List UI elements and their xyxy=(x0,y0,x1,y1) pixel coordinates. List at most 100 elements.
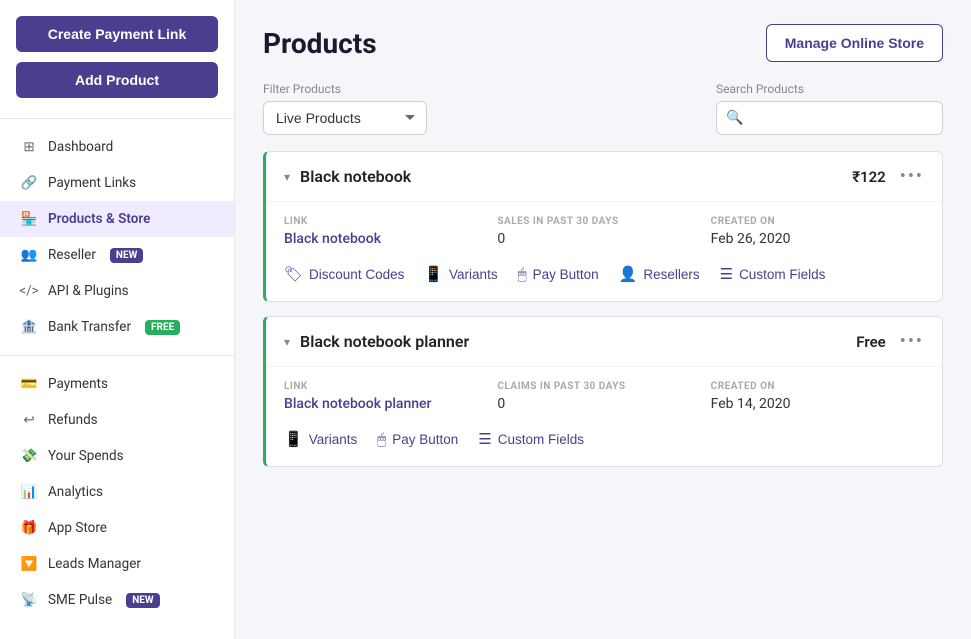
sidebar-divider-top xyxy=(0,118,234,119)
filter-label: Filter Products xyxy=(263,82,427,96)
product-link-value-1: Black notebook planner xyxy=(284,396,497,412)
action-label-pay-button-0: Pay Button xyxy=(533,267,599,282)
pulse-icon: 📡 xyxy=(20,591,38,609)
fields-icon-0: ☰ xyxy=(720,265,733,283)
sidebar-item-payments[interactable]: 💳 Payments xyxy=(0,366,234,402)
sidebar-item-analytics[interactable]: 📊 Analytics xyxy=(0,474,234,510)
sidebar-item-label-leads-manager: Leads Manager xyxy=(48,556,141,572)
sidebar-item-leads-manager[interactable]: 🔽Leads Manager xyxy=(0,546,234,582)
product-actions-1: 📱Variants 🖱Pay Button ☰Custom Fields xyxy=(284,426,924,452)
filter-group: Filter Products Live ProductsAll Product… xyxy=(263,82,427,135)
sidebar-item-refunds[interactable]: ↩ Refunds xyxy=(0,402,234,438)
product-info-link-col-1: LINK Black notebook planner xyxy=(284,381,497,412)
product-link-label-1: LINK xyxy=(284,381,497,392)
product-info-sales-col-1: CLAIMS IN PAST 30 DAYS0 xyxy=(497,381,710,412)
sidebar-item-label-analytics: Analytics xyxy=(48,484,103,500)
product-sales-value-0: 0 xyxy=(497,231,710,247)
sidebar-item-payment-links[interactable]: 🔗 Payment Links xyxy=(0,165,234,201)
collapse-chevron-1[interactable]: ▾ xyxy=(284,335,290,349)
spends-icon: 💸 xyxy=(20,447,38,465)
link-icon: 🔗 xyxy=(20,174,38,192)
badge-bank-transfer: FREE xyxy=(145,320,180,335)
product-info-link-col-0: LINK Black notebook xyxy=(284,216,497,247)
sidebar-item-label-reseller: Reseller xyxy=(48,247,96,263)
cursor-icon-1: 🖱 xyxy=(377,431,386,448)
action-label-discount-codes-0: Discount Codes xyxy=(309,267,404,282)
action-btn-variants-0[interactable]: 📱 Variants xyxy=(424,261,497,287)
product-details-0: LINK Black notebookSALES IN PAST 30 DAYS 0… xyxy=(266,201,942,301)
search-group: Search Products 🔍 xyxy=(716,82,943,135)
sidebar-item-bank-transfer[interactable]: 🏦Bank TransferFREE xyxy=(0,309,234,345)
sidebar-item-label-payments: Payments xyxy=(48,376,108,392)
action-btn-custom-fields-0[interactable]: ☰ Custom Fields xyxy=(720,261,826,287)
sidebar-item-label-refunds: Refunds xyxy=(48,412,98,428)
product-link-value-0: Black notebook xyxy=(284,231,497,247)
action-btn-discount-codes-0[interactable]: 🏷 Discount Codes xyxy=(284,261,404,287)
sidebar-item-sme-pulse[interactable]: 📡SME PulseNEW xyxy=(0,582,234,618)
product-card-0: ▾Black notebook ₹122 ••• LINK Black notebook… xyxy=(263,151,943,302)
resellers-icon-0: 👤 xyxy=(619,265,638,283)
action-label-custom-fields-0: Custom Fields xyxy=(739,267,825,282)
page-title: Products xyxy=(263,27,377,60)
search-label: Search Products xyxy=(716,82,943,96)
action-btn-custom-fields-1[interactable]: ☰Custom Fields xyxy=(478,426,584,452)
action-btn-pay-button-0[interactable]: 🖱 Pay Button xyxy=(518,261,599,287)
action-label-variants-0: Variants xyxy=(449,267,498,282)
analytics-icon: 📊 xyxy=(20,483,38,501)
sidebar-item-label-dashboard: Dashboard xyxy=(48,139,113,155)
product-header-right-1: Free••• xyxy=(856,331,924,352)
sidebar-item-label-your-spends: Your Spends xyxy=(48,448,124,464)
sidebar-item-label-payment-links: Payment Links xyxy=(48,175,136,191)
product-info-sales-col-0: SALES IN PAST 30 DAYS 0 xyxy=(497,216,710,247)
product-sales-label-1: CLAIMS IN PAST 30 DAYS xyxy=(497,381,710,392)
product-menu-dots-1[interactable]: ••• xyxy=(900,331,924,352)
sidebar-item-your-spends[interactable]: 💸 Your Spends xyxy=(0,438,234,474)
action-btn-pay-button-1[interactable]: 🖱Pay Button xyxy=(377,426,458,452)
refunds-icon: ↩ xyxy=(20,411,38,429)
sidebar-item-products-store[interactable]: 🏪Products & Store xyxy=(0,201,234,237)
filter-select[interactable]: Live ProductsAll ProductsArchived Produc… xyxy=(263,101,427,135)
products-list: ▾Black notebook₹122•••LINKBlack notebook… xyxy=(263,151,943,467)
action-btn-resellers-0[interactable]: 👤 Resellers xyxy=(619,261,700,287)
sidebar-nav: ⊞Dashboard 🔗 Payment Links 🏪Products & Stor… xyxy=(0,129,234,618)
sidebar-divider-middle xyxy=(0,355,234,356)
manage-online-store-button[interactable]: Manage Online Store xyxy=(766,24,943,62)
product-info-row-1: LINK Black notebook plannerCLAIMS IN PAST… xyxy=(284,381,924,412)
variants-icon-1: 📱 xyxy=(284,430,303,448)
payments-icon: 💳 xyxy=(20,375,38,393)
search-input[interactable] xyxy=(716,101,943,135)
product-menu-dots-0[interactable]: ••• xyxy=(900,166,924,187)
sidebar-item-reseller[interactable]: 👥 Reseller NEW xyxy=(0,237,234,273)
product-card-1: ▾Black notebook plannerFree••• LINK Black … xyxy=(263,316,943,467)
action-btn-variants-1[interactable]: 📱Variants xyxy=(284,426,357,452)
tag-icon-0: 🏷 xyxy=(284,265,303,283)
product-created-label-1: CREATED ON xyxy=(711,381,924,392)
sidebar-item-app-store[interactable]: 🎁 App Store xyxy=(0,510,234,546)
reseller-icon: 👥 xyxy=(20,246,38,264)
product-header-0[interactable]: ▾Black notebook ₹122 ••• xyxy=(266,152,942,201)
appstore-icon: 🎁 xyxy=(20,519,38,537)
add-product-button[interactable]: Add Product xyxy=(16,62,218,98)
action-label-resellers-0: Resellers xyxy=(643,267,699,282)
cursor-icon-0: 🖱 xyxy=(518,266,527,283)
action-label-custom-fields-1: Custom Fields xyxy=(498,432,584,447)
sidebar-item-dashboard[interactable]: ⊞Dashboard xyxy=(0,129,234,165)
product-header-1[interactable]: ▾Black notebook plannerFree••• xyxy=(266,317,942,366)
product-info-created-col-1: CREATED ONFeb 14, 2020 xyxy=(711,381,924,412)
product-header-right-0: ₹122 ••• xyxy=(852,166,924,187)
product-link-label-0: LINK xyxy=(284,216,497,227)
product-price-0: ₹122 xyxy=(852,168,886,186)
product-details-1: LINK Black notebook plannerCLAIMS IN PAST… xyxy=(266,366,942,466)
page-header: Products Manage Online Store xyxy=(263,24,943,62)
badge-reseller: NEW xyxy=(110,248,143,263)
create-payment-link-button[interactable]: Create Payment Link xyxy=(16,16,218,52)
store-icon: 🏪 xyxy=(20,210,38,228)
sidebar-item-api-plugins[interactable]: </>API & Plugins xyxy=(0,273,234,309)
product-created-label-0: CREATED ON xyxy=(711,216,924,227)
product-header-left-0: ▾Black notebook xyxy=(284,167,411,186)
variants-icon-0: 📱 xyxy=(424,265,443,283)
search-icon: 🔍 xyxy=(726,110,743,126)
product-sales-label-0: SALES IN PAST 30 DAYS xyxy=(497,216,710,227)
sidebar-item-label-app-store: App Store xyxy=(48,520,107,536)
collapse-chevron-0[interactable]: ▾ xyxy=(284,170,290,184)
